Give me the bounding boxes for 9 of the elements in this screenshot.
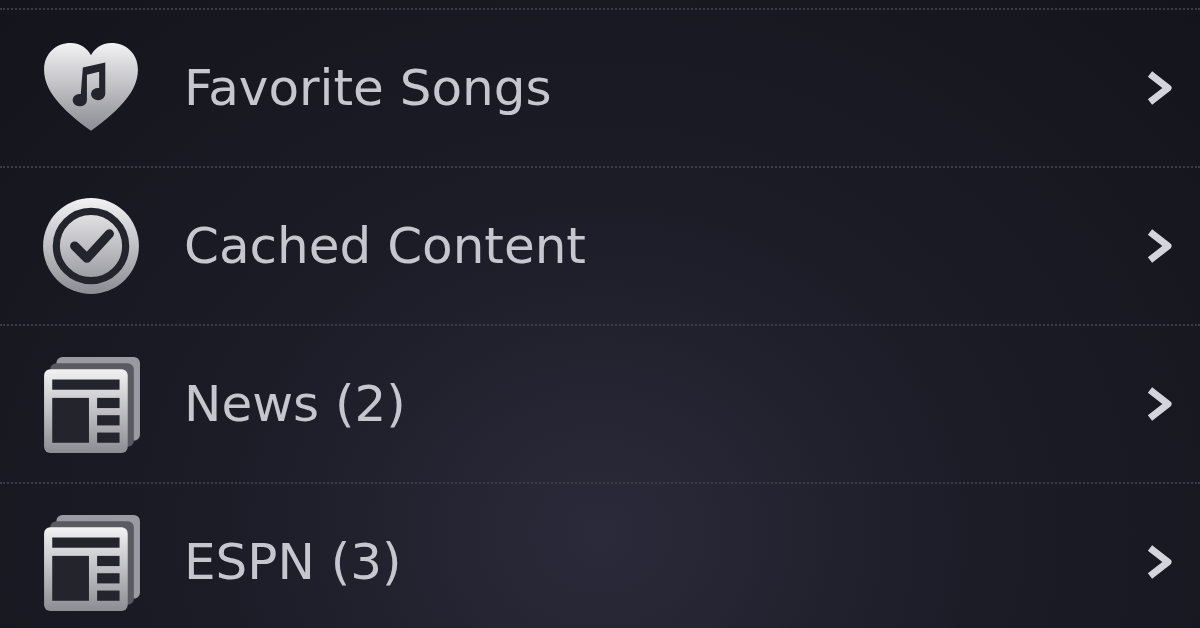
menu-item[interactable]: News (2): [0, 326, 1200, 484]
check-circle-icon: [40, 195, 142, 297]
menu-item[interactable]: Cached Content: [0, 168, 1200, 326]
menu-item[interactable]: Favorite Songs: [0, 10, 1200, 168]
menu-item-label: Cached Content: [184, 217, 587, 275]
menu-item[interactable]: ESPN (3): [0, 484, 1200, 628]
menu-item-label: News (2): [184, 375, 407, 433]
menu-item-label: Favorite Songs: [184, 59, 553, 117]
menu-item-label: ESPN (3): [184, 533, 403, 591]
